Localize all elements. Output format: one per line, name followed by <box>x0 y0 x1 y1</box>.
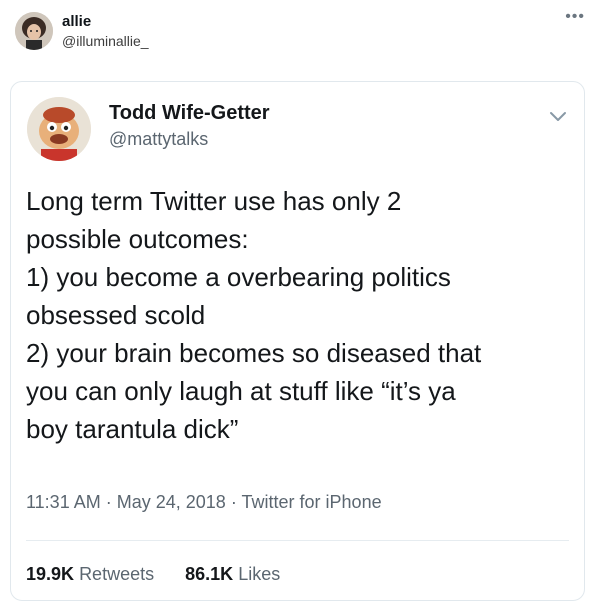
retweets-count: 19.9K <box>26 564 75 584</box>
chevron-down-icon[interactable] <box>547 105 569 127</box>
likes-stat[interactable]: 86.1K Likes <box>185 564 280 585</box>
outer-tweet-header: allie @illuminallie_ ••• <box>0 0 599 70</box>
retweets-stat[interactable]: 19.9K Retweets <box>26 564 154 585</box>
tweet-text: Long term Twitter use has only 2 possibl… <box>26 186 482 444</box>
meta-separator: · <box>230 492 237 512</box>
tweet-time[interactable]: 11:31 AM <box>26 492 101 512</box>
more-horizontal-icon[interactable]: ••• <box>565 9 585 25</box>
tweet-date[interactable]: May 24, 2018 <box>117 492 226 512</box>
likes-label: Likes <box>238 564 281 584</box>
avatar-image <box>15 12 53 50</box>
outer-display-name[interactable]: allie <box>62 13 91 30</box>
meta-separator: · <box>105 492 112 512</box>
tweet-source[interactable]: Twitter for iPhone <box>242 492 382 512</box>
tweet-metadata: 11:31 AM · May 24, 2018 · Twitter for iP… <box>26 492 382 513</box>
likes-count: 86.1K <box>185 564 234 584</box>
quoted-username[interactable]: @mattytalks <box>109 129 208 150</box>
divider <box>26 540 569 541</box>
tweet-stats: 19.9K Retweets 86.1K Likes <box>26 564 280 585</box>
quoted-display-name[interactable]: Todd Wife-Getter <box>109 102 270 125</box>
quoted-tweet-card[interactable]: Todd Wife-Getter @mattytalks Long term T… <box>10 81 585 601</box>
retweets-label: Retweets <box>79 564 155 584</box>
avatar[interactable] <box>15 12 53 50</box>
outer-username[interactable]: @illuminallie_ <box>62 33 149 49</box>
avatar-image <box>27 97 91 161</box>
avatar[interactable] <box>27 97 91 161</box>
